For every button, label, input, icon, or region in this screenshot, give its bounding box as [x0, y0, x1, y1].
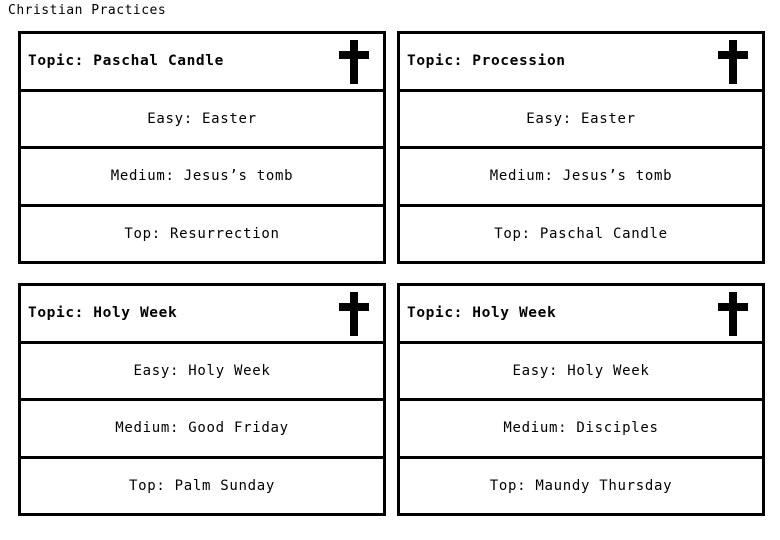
card-row-label: Easy: Holy Week [512, 363, 650, 380]
topic-card[interactable]: Topic: Procession Easy: Easter Medium: J… [397, 31, 765, 264]
latin-cross-icon [718, 39, 748, 84]
card-row-label: Medium: Jesus’s tomb [489, 168, 673, 185]
card-row-label: Easy: Holy Week [133, 363, 271, 380]
topic-card[interactable]: Topic: Holy Week Easy: Holy Week Medium:… [397, 283, 765, 516]
topic-card[interactable]: Topic: Paschal Candle Easy: Easter Mediu… [18, 31, 386, 264]
card-grid: Topic: Paschal Candle Easy: Easter Mediu… [18, 31, 765, 516]
card-row-label: Medium: Good Friday [115, 420, 289, 437]
card-row-top[interactable]: Top: Maundy Thursday [400, 459, 762, 513]
card-row-medium[interactable]: Medium: Disciples [400, 401, 762, 459]
cross-vertical-bar [729, 291, 737, 336]
card-row-label: Medium: Jesus’s tomb [110, 168, 294, 185]
cross-horizontal-bar [718, 302, 748, 311]
card-row-label: Top: Paschal Candle [494, 225, 668, 242]
card-header: Topic: Procession [400, 34, 762, 92]
cross-horizontal-bar [339, 50, 369, 59]
card-row-label: Top: Maundy Thursday [489, 477, 673, 494]
cross-horizontal-bar [339, 302, 369, 311]
card-row-top[interactable]: Top: Palm Sunday [21, 459, 383, 513]
card-row-label: Easy: Easter [147, 111, 257, 128]
card-header: Topic: Holy Week [400, 286, 762, 344]
cross-horizontal-bar [718, 50, 748, 59]
card-row-medium[interactable]: Medium: Jesus’s tomb [21, 149, 383, 207]
card-row-label: Medium: Disciples [503, 420, 659, 437]
latin-cross-icon [339, 39, 369, 84]
card-row-easy[interactable]: Easy: Easter [21, 92, 383, 150]
card-header: Topic: Paschal Candle [21, 34, 383, 92]
card-topic-label: Topic: Holy Week [28, 305, 178, 322]
card-topic-label: Topic: Paschal Candle [28, 53, 224, 70]
card-topic-label: Topic: Holy Week [407, 305, 557, 322]
card-row-easy[interactable]: Easy: Holy Week [21, 344, 383, 402]
card-row-label: Easy: Easter [526, 111, 636, 128]
card-row-label: Top: Palm Sunday [128, 477, 276, 494]
latin-cross-icon [718, 291, 748, 336]
cross-vertical-bar [350, 291, 358, 336]
card-row-label: Top: Resurrection [124, 225, 280, 242]
cross-vertical-bar [729, 39, 737, 84]
card-header: Topic: Holy Week [21, 286, 383, 344]
card-row-top[interactable]: Top: Paschal Candle [400, 207, 762, 261]
card-row-top[interactable]: Top: Resurrection [21, 207, 383, 261]
card-row-easy[interactable]: Easy: Easter [400, 92, 762, 150]
card-row-medium[interactable]: Medium: Good Friday [21, 401, 383, 459]
cross-vertical-bar [350, 39, 358, 84]
topic-card[interactable]: Topic: Holy Week Easy: Holy Week Medium:… [18, 283, 386, 516]
latin-cross-icon [339, 291, 369, 336]
page-title: Christian Practices [8, 3, 167, 18]
card-topic-label: Topic: Procession [407, 53, 566, 70]
card-row-easy[interactable]: Easy: Holy Week [400, 344, 762, 402]
card-row-medium[interactable]: Medium: Jesus’s tomb [400, 149, 762, 207]
